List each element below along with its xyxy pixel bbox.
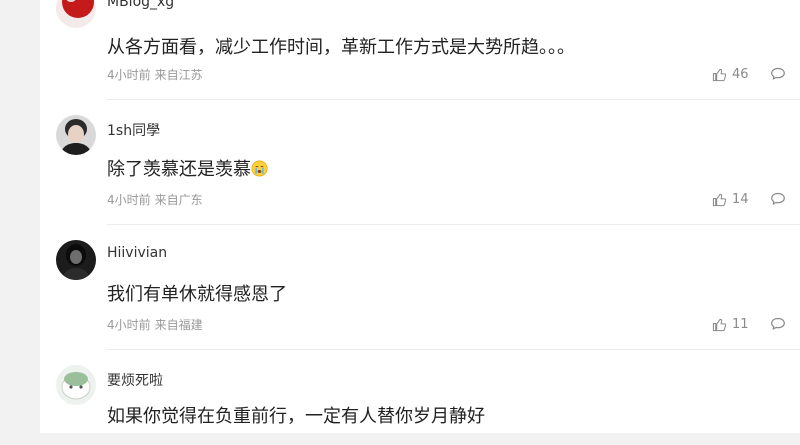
like-count: 46 [732,66,749,82]
username[interactable]: Hiivivian [107,245,167,261]
comment-time: 4小时前 [107,68,151,82]
comment-location: 来自江苏 [154,68,203,82]
username[interactable]: 1sh同學 [107,120,160,140]
comment-meta: 4小时前 来自福建 [107,316,203,333]
comment-bubble-icon[interactable] [770,191,786,207]
crying-face-emoji [251,160,268,177]
thumbs-up-icon [712,193,727,206]
comment-text: 我们有单休就得感恩了 [107,284,287,305]
username[interactable]: 要烦死啦 [107,370,163,390]
comment-bubble-icon[interactable] [770,66,786,82]
comment-meta: 4小时前 来自江苏 [107,66,203,83]
comment-actions: 11 [712,314,786,334]
comment-actions: 46 [712,64,786,84]
avatar[interactable] [56,240,96,280]
comment-text: 除了羡慕还是羡慕 [107,155,268,181]
comment-item: 要烦死啦 如果你觉得在负重前行，一定有人替你岁月静好 [40,350,800,433]
like-count: 11 [732,316,749,332]
thumbs-up-icon [712,318,727,331]
thumbs-up-icon [712,68,727,81]
like-button[interactable]: 46 [712,67,750,82]
comment-item: 1sh同學 除了羡慕还是羡慕 4小时前 来自广东 14 [40,100,800,225]
comment-list: MBlog_xg 从各方面看，减少工作时间，革新工作方式是大势所趋。。。 4小时… [40,0,800,433]
avatar[interactable] [56,0,96,28]
comment-time: 4小时前 [107,318,151,332]
comment-text: 如果你觉得在负重前行，一定有人替你岁月静好 [107,406,485,427]
like-count: 14 [732,191,749,207]
like-button[interactable]: 14 [712,192,750,207]
comment-item: Hiivivian 我们有单休就得感恩了 4小时前 来自福建 11 [40,225,800,350]
comment-location: 来自广东 [154,193,203,207]
comment-location: 来自福建 [154,318,203,332]
page-background [0,433,800,445]
comment-meta: 4小时前 来自广东 [107,191,203,208]
comment-actions: 14 [712,189,786,209]
comment-item: MBlog_xg 从各方面看，减少工作时间，革新工作方式是大势所趋。。。 4小时… [40,0,800,100]
username[interactable]: MBlog_xg [107,0,174,10]
avatar[interactable] [56,365,96,405]
comment-time: 4小时前 [107,193,151,207]
comment-bubble-icon[interactable] [770,316,786,332]
comment-text: 从各方面看，减少工作时间，革新工作方式是大势所趋。。。 [107,37,575,58]
avatar[interactable] [56,115,96,155]
like-button[interactable]: 11 [712,317,750,332]
comment-text-body: 除了羡慕还是羡慕 [107,159,251,180]
